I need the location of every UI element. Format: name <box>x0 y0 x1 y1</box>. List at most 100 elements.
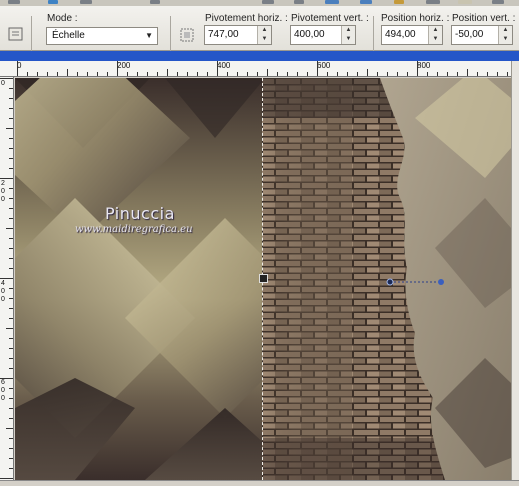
horizontal-ruler: 0 200 400 600 800 <box>0 61 519 77</box>
tool-icon[interactable] <box>262 0 274 4</box>
tool-icon[interactable] <box>48 0 58 4</box>
ruler-v-label: 2 <box>1 180 5 187</box>
tool-icon[interactable] <box>426 0 440 4</box>
ruler-tick <box>9 358 13 359</box>
ruler-tick <box>157 72 158 76</box>
pivot-h-label: Pivotement horiz. : <box>205 13 288 24</box>
pos-h-input[interactable]: 494,00 ▲ ▼ <box>381 25 443 45</box>
pos-h-label: Position horiz. : <box>381 13 450 24</box>
pivot-h-input[interactable]: 747,00 ▲ ▼ <box>204 25 272 45</box>
ruler-tick <box>217 61 218 76</box>
ruler-tick <box>397 72 398 76</box>
tool-icon[interactable] <box>325 0 339 4</box>
ruler-tick <box>0 78 13 79</box>
ruler-tick <box>307 72 308 76</box>
ruler-tick <box>277 72 278 76</box>
ruler-tick <box>9 458 13 459</box>
ruler-tick <box>77 72 78 76</box>
ruler-tick <box>9 238 13 239</box>
ruler-tick <box>6 428 13 429</box>
ruler-tick <box>17 61 18 76</box>
pos-h-stepper[interactable]: ▲ ▼ <box>428 26 442 44</box>
ruler-tick <box>467 69 468 76</box>
ruler-tick <box>67 69 68 76</box>
ruler-tick <box>9 98 13 99</box>
ruler-tick <box>6 128 13 129</box>
pos-v-input[interactable]: -50,00 ▲ ▼ <box>451 25 513 45</box>
tool-icon[interactable] <box>8 0 20 4</box>
image-canvas[interactable]: Pinuccia www.maidiregrafica.eu <box>15 78 511 480</box>
ruler-tick <box>9 218 13 219</box>
ruler-tick <box>97 72 98 76</box>
tool-icon[interactable] <box>80 0 92 4</box>
ruler-tick <box>9 248 13 249</box>
ruler-tick <box>57 72 58 76</box>
ruler-tick <box>9 288 13 289</box>
ruler-tick <box>377 72 378 76</box>
ruler-tick <box>9 438 13 439</box>
document-title-bar[interactable] <box>0 51 519 61</box>
tool-icon[interactable] <box>394 0 404 4</box>
watermark-title: Pinuccia <box>105 204 175 223</box>
ruler-tick <box>9 258 13 259</box>
ruler-tick <box>6 328 13 329</box>
separator <box>31 16 32 52</box>
ruler-v-label: 0 <box>1 80 5 87</box>
ruler-tick <box>9 298 13 299</box>
tool-icon[interactable] <box>360 0 372 4</box>
ruler-tick <box>0 178 13 179</box>
transform-handle[interactable] <box>259 274 268 283</box>
pivot-h-value: 747,00 <box>208 29 239 40</box>
ruler-tick <box>137 72 138 76</box>
ruler-v-label: 0 <box>1 188 5 195</box>
ruler-tick <box>297 72 298 76</box>
ruler-tick <box>267 69 268 76</box>
pos-h-value: 494,00 <box>385 29 416 40</box>
ruler-tick <box>367 69 368 76</box>
ruler-tick <box>457 72 458 76</box>
ruler-tick <box>9 318 13 319</box>
ruler-tick <box>9 398 13 399</box>
ruler-tick <box>317 61 318 76</box>
pos-v-value: -50,00 <box>455 29 484 40</box>
ruler-tick <box>0 478 13 479</box>
pivot-v-stepper[interactable]: ▲ ▼ <box>341 26 355 44</box>
ruler-tick <box>9 268 13 269</box>
ruler-tick <box>9 158 13 159</box>
ruler-tick <box>197 72 198 76</box>
ruler-tick <box>507 72 508 76</box>
chevron-down-icon: ▼ <box>145 31 153 40</box>
pos-v-stepper[interactable]: ▲ ▼ <box>498 26 512 44</box>
ruler-tick <box>237 72 238 76</box>
ruler-tick <box>9 88 13 89</box>
pos-v-label: Position vert. : <box>452 13 516 24</box>
mode-label: Mode : <box>47 13 78 24</box>
ruler-tick <box>177 72 178 76</box>
pivot-point[interactable] <box>386 274 446 292</box>
ruler-tick <box>0 278 13 279</box>
pivot-v-value: 400,00 <box>294 29 325 40</box>
pivot-v-input[interactable]: 400,00 ▲ ▼ <box>290 25 356 45</box>
separator <box>170 16 171 52</box>
tool-icon[interactable] <box>294 0 304 4</box>
presets-icon[interactable] <box>7 25 25 43</box>
watermark-url: www.maidiregrafica.eu <box>75 224 193 235</box>
ruler-tick <box>9 348 13 349</box>
transform-icon[interactable] <box>178 26 196 44</box>
ruler-h-label: 600 <box>317 61 331 70</box>
tool-icon[interactable] <box>458 0 472 4</box>
ruler-tick <box>9 338 13 339</box>
ruler-tick <box>0 378 13 379</box>
vertical-scrollbar[interactable] <box>511 61 519 480</box>
pivot-h-stepper[interactable]: ▲ ▼ <box>257 26 271 44</box>
ruler-v-label: 0 <box>1 296 5 303</box>
tool-icon[interactable] <box>492 0 504 4</box>
ruler-tick <box>347 72 348 76</box>
tool-icon[interactable] <box>150 0 160 4</box>
mode-select[interactable]: Échelle ▼ <box>46 27 158 45</box>
ruler-tick <box>9 408 13 409</box>
ruler-tick <box>9 368 13 369</box>
ruler-tick <box>437 72 438 76</box>
ruler-tick <box>9 208 13 209</box>
ruler-v-label: 0 <box>1 395 5 402</box>
